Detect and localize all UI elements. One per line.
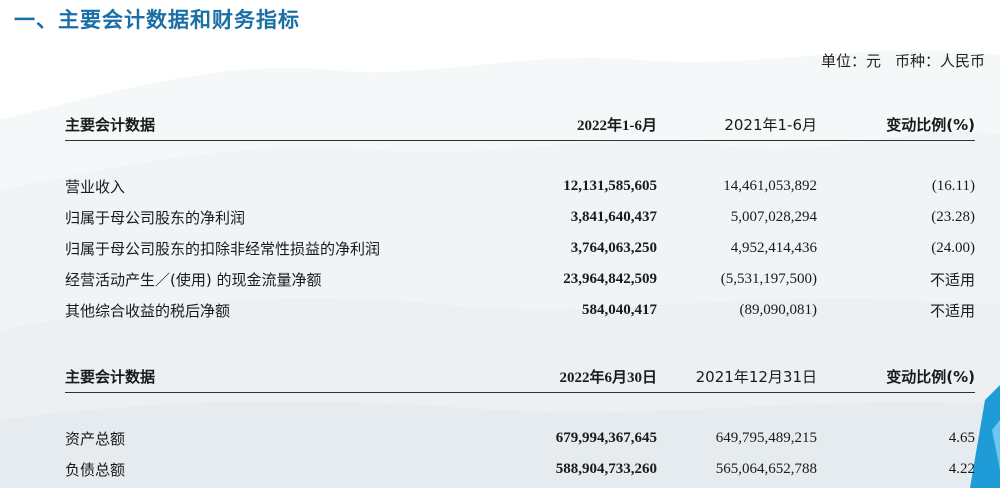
row-previous: (89,090,081) xyxy=(739,302,818,318)
header-item: 主要会计数据 xyxy=(65,115,156,134)
section-title: 一、主要会计数据和财务指标 xyxy=(14,8,300,32)
row-label: 经营活动产生／(使用) 的现金流量净额 xyxy=(65,271,322,289)
row-label: 归属于母公司股东的净利润 xyxy=(65,209,246,227)
row-current: 3,764,063,250 xyxy=(570,240,657,256)
row-change: (23.28) xyxy=(931,209,975,225)
table-header: 主要会计数据 2022年1-6月 2021年1-6月 变动比例(%) xyxy=(65,108,975,141)
row-change: (24.00) xyxy=(931,240,975,256)
row-label: 负债总额 xyxy=(65,461,126,479)
row-change: (16.11) xyxy=(931,178,975,194)
header-change: 变动比例(%) xyxy=(886,115,975,134)
row-change: 不适用 xyxy=(929,271,975,289)
row-label: 营业收入 xyxy=(65,178,126,196)
header-item: 主要会计数据 xyxy=(65,367,156,386)
row-change: 不适用 xyxy=(929,302,975,320)
row-previous: (5,531,197,500) xyxy=(720,271,817,287)
row-current: 588,904,733,260 xyxy=(555,461,657,477)
table-balance: 主要会计数据 2022年6月30日 2021年12月31日 变动比例(%) 资产… xyxy=(65,360,975,485)
row-current: 3,841,640,437 xyxy=(570,209,657,225)
row-change: 4.22 xyxy=(948,461,975,477)
table-period: 主要会计数据 2022年1-6月 2021年1-6月 变动比例(%) 营业收入 … xyxy=(65,108,975,326)
table-row: 归属于母公司股东的扣除非经常性损益的净利润 3,764,063,250 4,95… xyxy=(65,233,975,264)
header-current: 2022年1-6月 xyxy=(577,117,657,134)
table-row: 其他综合收益的税后净额 584,040,417 (89,090,081) 不适用 xyxy=(65,295,975,326)
table-row: 归属于母公司股东的净利润 3,841,640,437 5,007,028,294… xyxy=(65,202,975,233)
row-current: 679,994,367,645 xyxy=(555,430,657,446)
row-current: 23,964,842,509 xyxy=(563,271,657,287)
header-previous: 2021年12月31日 xyxy=(695,367,817,386)
row-label: 归属于母公司股东的扣除非经常性损益的净利润 xyxy=(65,240,381,258)
row-change: 4.65 xyxy=(948,430,975,446)
row-previous: 565,064,652,788 xyxy=(715,461,817,477)
row-previous: 4,952,414,436 xyxy=(730,240,817,256)
row-current: 12,131,585,605 xyxy=(563,178,657,194)
unit-line: 单位：元 币种：人民币 xyxy=(821,50,985,71)
row-current: 584,040,417 xyxy=(582,302,657,318)
header-change: 变动比例(%) xyxy=(886,367,975,386)
row-label: 资产总额 xyxy=(65,430,126,448)
currency-text: 币种：人民币 xyxy=(894,52,985,70)
row-previous: 5,007,028,294 xyxy=(730,209,817,225)
table-row: 资产总额 679,994,367,645 649,795,489,215 4.6… xyxy=(65,423,975,454)
row-previous: 14,461,053,892 xyxy=(723,178,817,194)
table-row: 营业收入 12,131,585,605 14,461,053,892 (16.1… xyxy=(65,171,975,202)
unit-text: 单位：元 xyxy=(820,52,881,70)
row-label: 其他综合收益的税后净额 xyxy=(65,302,231,320)
table-header: 主要会计数据 2022年6月30日 2021年12月31日 变动比例(%) xyxy=(65,360,975,393)
table-row: 负债总额 588,904,733,260 565,064,652,788 4.2… xyxy=(65,454,975,485)
header-previous: 2021年1-6月 xyxy=(724,115,817,134)
row-previous: 649,795,489,215 xyxy=(715,430,817,446)
table-row: 经营活动产生／(使用) 的现金流量净额 23,964,842,509 (5,53… xyxy=(65,264,975,295)
header-current: 2022年6月30日 xyxy=(559,369,657,386)
